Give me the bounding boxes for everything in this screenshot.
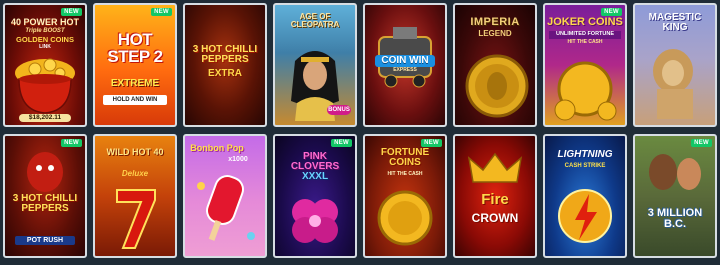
game-tile-hot-step-2[interactable]: NEW HOT STEP 2 EXTREME HOLD AND WIN <box>93 3 177 127</box>
game-title: WILD HOT 40 <box>106 147 164 157</box>
game-extra: HOLD AND WIN <box>103 95 167 105</box>
game-subtitle: CASH STRIKE <box>564 163 606 169</box>
clover-icon <box>292 199 338 243</box>
game-title: 3 HOT CHILLI PEPPERS <box>192 44 258 65</box>
game-tile-fire-crown[interactable]: Fire CROWN <box>453 134 537 258</box>
game-subtitle: CROWN <box>471 211 519 225</box>
game-title: JOKER COINS <box>547 16 623 28</box>
game-subtitle: POT RUSH <box>15 236 75 245</box>
game-title: Fire <box>481 191 509 208</box>
game-title: MAGESTIC KING <box>648 12 702 33</box>
game-tile-magestic-king[interactable]: MAGESTIC KING <box>633 3 717 127</box>
gold-coin-icon <box>465 54 529 118</box>
game-title: 40 POWER HOT <box>10 17 79 27</box>
ice-pop-icon <box>197 175 255 241</box>
game-extra: HIT THE CASH <box>567 39 603 45</box>
new-badge: NEW <box>601 8 622 16</box>
new-badge: NEW <box>421 139 442 147</box>
game-subtitle: EXTRA <box>208 68 242 79</box>
game-tile-lightning-cash-strike[interactable]: LIGHTNING CASH STRIKE <box>543 134 627 258</box>
game-tile-fortune-coins[interactable]: NEW FORTUNE COINS HIT THE CASH <box>363 134 447 258</box>
game-subtitle: UNLIMITED FORTUNE <box>549 31 621 39</box>
game-title: FORTUNE COINS <box>380 147 430 168</box>
game-subtitle: Deluxe <box>121 169 149 178</box>
game-tile-pink-clovers[interactable]: NEW PINK CLOVERS XXXL <box>273 134 357 258</box>
lion-icon <box>653 49 693 119</box>
game-tile-age-of-cleopatra[interactable]: AGE OF CLEOPATRA BONUS <box>273 3 357 127</box>
game-grid: NEW 40 POWER HOT Triple BOOST GOLDEN COI… <box>0 0 720 265</box>
lightning-coin-icon <box>558 189 612 243</box>
game-tile-3-hot-chilli-peppers-pot-rush[interactable]: NEW 3 HOT CHILLI PEPPERS POT RUSH <box>3 134 87 258</box>
new-badge: NEW <box>331 139 352 147</box>
crown-icon <box>467 152 523 183</box>
game-title: IMPERIA <box>470 16 520 28</box>
game-tile-40-power-hot[interactable]: NEW 40 POWER HOT Triple BOOST GOLDEN COI… <box>3 3 87 127</box>
game-title: HOT STEP 2 <box>107 30 163 66</box>
game-tile-bonbon-pop[interactable]: Bonbon Pop x1000 <box>183 134 267 258</box>
gold-pot-icon <box>15 58 75 114</box>
seven-icon <box>116 189 156 249</box>
new-badge: NEW <box>151 8 172 16</box>
bonus-badge: BONUS <box>327 105 351 115</box>
chilli-character-icon <box>27 152 63 192</box>
game-subtitle: HIT THE CASH <box>387 171 423 177</box>
game-subtitle: EXTREME <box>110 78 160 89</box>
game-title: AGE OF CLEOPATRA <box>290 12 340 29</box>
game-subtitle: x1000 <box>228 156 248 163</box>
game-tile-wild-hot-40-deluxe[interactable]: WILD HOT 40 Deluxe <box>93 134 177 258</box>
game-subtitle: EXPRESS <box>393 67 417 73</box>
game-tile-3-million-bc[interactable]: NEW 3 MILLION B.C. <box>633 134 717 258</box>
cavemen-icon <box>649 154 701 190</box>
game-title: COIN WIN <box>375 55 435 67</box>
game-tile-joker-coins[interactable]: NEW JOKER COINS UNLIMITED FORTUNE HIT TH… <box>543 3 627 127</box>
game-extra2: LINK <box>39 44 51 50</box>
game-extra: GOLDEN COINS <box>16 35 74 44</box>
coin-icon <box>554 61 617 121</box>
game-title: LIGHTNING <box>557 149 613 160</box>
game-title: 3 MILLION B.C. <box>647 207 703 230</box>
game-subtitle: LEGEND <box>478 29 512 38</box>
jackpot-amount: $18,202.11 <box>19 113 71 122</box>
game-title: Bonbon Pop <box>190 143 244 153</box>
game-tile-imperia-legend[interactable]: IMPERIA LEGEND <box>453 3 537 127</box>
game-title: PINK CLOVERS <box>290 151 340 172</box>
gold-coin-icon <box>377 190 433 246</box>
new-badge: NEW <box>61 8 82 16</box>
game-title: 3 HOT CHILLI PEPPERS <box>12 193 78 214</box>
game-tile-3-hot-chilli-peppers-extra[interactable]: 3 HOT CHILLI PEPPERS EXTRA <box>183 3 267 127</box>
game-tile-coin-win[interactable]: COIN WIN EXPRESS <box>363 3 447 127</box>
game-subtitle: Triple BOOST <box>25 28 65 34</box>
game-subtitle: XXXL <box>301 171 329 182</box>
